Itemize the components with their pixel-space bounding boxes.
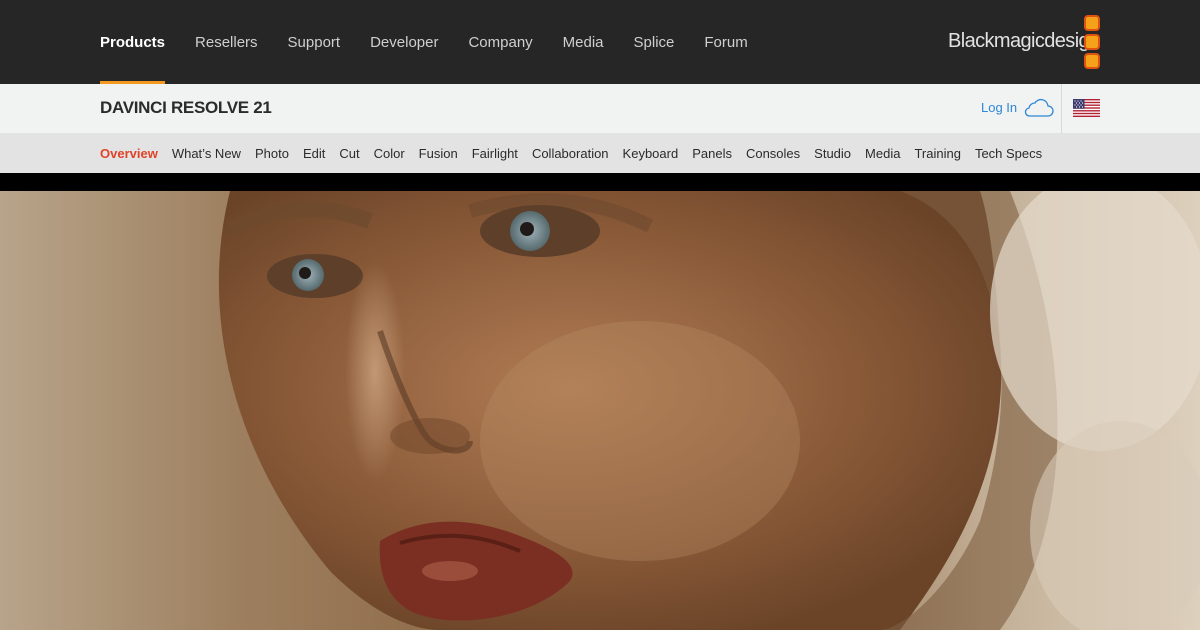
subnav-photo[interactable]: Photo	[255, 146, 289, 161]
subnav-fairlight[interactable]: Fairlight	[472, 146, 518, 161]
nav-products[interactable]: Products	[100, 0, 166, 84]
nav-developer[interactable]: Developer	[370, 0, 438, 84]
subnav-color[interactable]: Color	[374, 146, 405, 161]
nav-resellers[interactable]: Resellers	[195, 0, 258, 84]
subnav-collaboration[interactable]: Collaboration	[532, 146, 609, 161]
subnav-overview[interactable]: Overview	[100, 146, 158, 161]
bar-divider	[1061, 84, 1062, 134]
product-sub-navigation: Overview What’s New Photo Edit Cut Color…	[0, 134, 1200, 173]
login-link[interactable]: Log In	[981, 97, 1054, 118]
main-menu: Products Resellers Support Developer Com…	[100, 0, 778, 84]
hero-top-band	[0, 173, 1200, 191]
nav-media[interactable]: Media	[563, 0, 604, 84]
logo-square-icon	[1084, 15, 1100, 31]
product-bar: DAVINCI RESOLVE 21 Log In	[0, 84, 1200, 134]
subnav-tech-specs[interactable]: Tech Specs	[975, 146, 1042, 161]
subnav-cut[interactable]: Cut	[339, 146, 359, 161]
top-navigation: Products Resellers Support Developer Com…	[0, 0, 1200, 84]
subnav-keyboard[interactable]: Keyboard	[623, 146, 679, 161]
subnav-studio[interactable]: Studio	[814, 146, 851, 161]
nav-support[interactable]: Support	[288, 0, 341, 84]
logo-square-icon	[1084, 53, 1100, 69]
subnav-whats-new[interactable]: What’s New	[172, 146, 241, 161]
logo-square-icon	[1084, 34, 1100, 50]
subnav-edit[interactable]: Edit	[303, 146, 325, 161]
product-title[interactable]: DAVINCI RESOLVE 21	[100, 98, 272, 118]
us-flag-icon[interactable]	[1073, 99, 1100, 117]
subnav-panels[interactable]: Panels	[692, 146, 732, 161]
subnav-training[interactable]: Training	[914, 146, 960, 161]
cloud-icon	[1025, 98, 1054, 117]
login-label: Log In	[981, 100, 1018, 115]
nav-forum[interactable]: Forum	[704, 0, 747, 84]
sub-nav-items: Overview What’s New Photo Edit Cut Color…	[100, 134, 1056, 173]
blackmagic-design-logo[interactable]: Blackmagicdesign	[948, 14, 1100, 70]
subnav-fusion[interactable]: Fusion	[419, 146, 458, 161]
nav-splice[interactable]: Splice	[634, 0, 675, 84]
nav-company[interactable]: Company	[468, 0, 532, 84]
hero-image	[0, 191, 1200, 630]
face-illustration	[218, 191, 1200, 630]
subnav-consoles[interactable]: Consoles	[746, 146, 800, 161]
logo-wordmark: Blackmagicdesign	[948, 30, 1100, 52]
subnav-media[interactable]: Media	[865, 146, 900, 161]
